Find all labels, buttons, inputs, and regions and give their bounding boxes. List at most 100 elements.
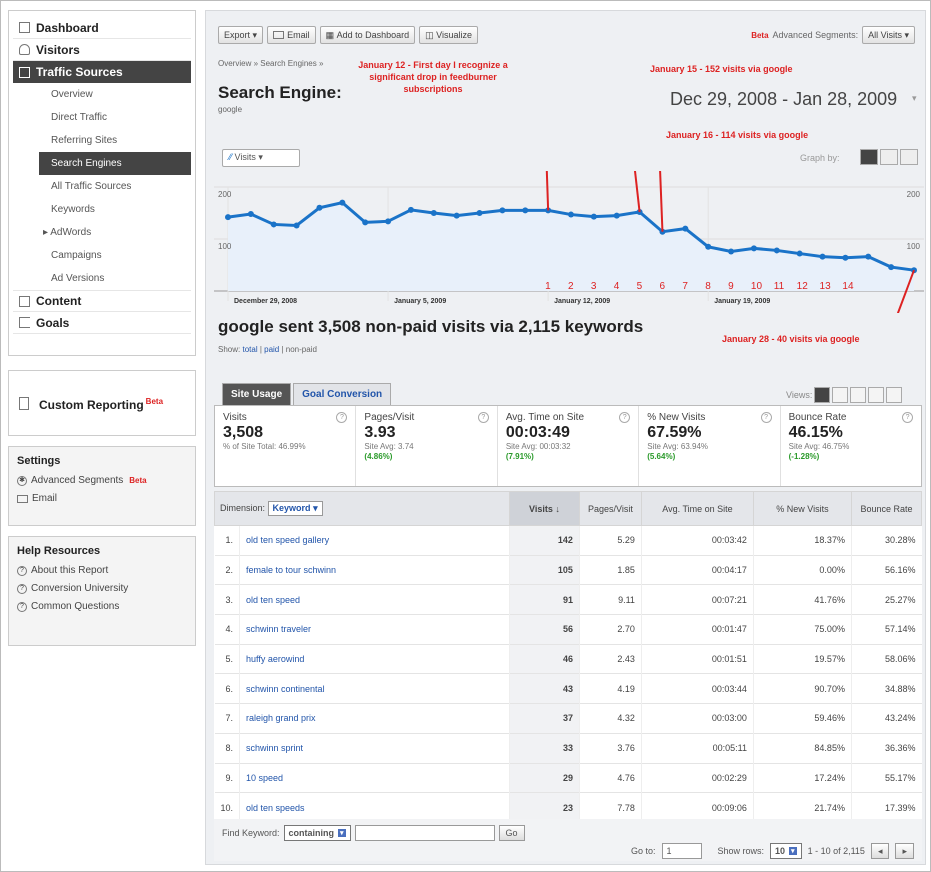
table-footer: Find Keyword: containing ▾ Go Go to: 1 Sh… <box>214 819 922 861</box>
export-button[interactable]: Export ▾ <box>218 26 264 44</box>
filter-mode-dropdown[interactable]: containing ▾ <box>283 825 351 841</box>
col-bounce-rate[interactable]: Bounce Rate <box>850 491 923 526</box>
tab-site-usage[interactable]: Site Usage <box>222 383 292 405</box>
y-tick-label: 200 <box>907 190 921 199</box>
bounce-rate-cell: 17.39% <box>850 792 922 823</box>
show-total-link[interactable]: total <box>242 345 257 354</box>
col-avg-time[interactable]: Avg. Time on Site <box>640 491 754 526</box>
pages-per-visit-cell: 1.85 <box>578 554 642 585</box>
nav-sub-ad-versions[interactable]: Ad Versions <box>13 267 191 290</box>
email-link[interactable]: Email <box>17 490 187 508</box>
col-new-visits[interactable]: % New Visits <box>752 491 852 526</box>
table-body: 1. old ten speed gallery 142 5.29 00:03:42 18… <box>214 525 922 823</box>
metric-name: Avg. Time on Site <box>505 412 585 423</box>
help-common-questions[interactable]: ? Common Questions <box>17 598 187 616</box>
visualize-button[interactable]: ◫ Visualize <box>419 26 479 44</box>
tab-goal-conversion[interactable]: Goal Conversion <box>293 383 392 405</box>
graph-by-month-button[interactable] <box>900 149 918 165</box>
help-icon[interactable]: ? <box>477 412 489 423</box>
keyword-link[interactable]: old ten speed <box>239 584 510 615</box>
day-number-label: 2 <box>568 281 574 292</box>
report-toolbar: Export ▾ Email ▦ Add to Dashboard ◫ Visu… <box>218 23 915 47</box>
traffic-icon <box>19 66 30 78</box>
graph-by-day-button[interactable] <box>860 149 878 165</box>
goto-input[interactable]: 1 <box>661 843 702 859</box>
keyword-link[interactable]: old ten speeds <box>239 792 510 823</box>
pages-per-visit-cell: 5.29 <box>578 525 642 556</box>
keyword-link[interactable]: huffy aerowind <box>239 643 510 674</box>
help-about-report[interactable]: ? About this Report <box>17 562 187 580</box>
keyword-table: Dimension: Keyword ▾ Visits ↓ Pages/Visi… <box>214 491 923 823</box>
nav-sub-search-engines[interactable]: Search Engines <box>39 152 191 175</box>
custom-reporting[interactable]: Custom Reporting Beta <box>8 370 196 436</box>
metric-change: (4.86%) <box>364 452 393 461</box>
metric-pages-per-visit: Pages/Visit 3.93 Site Avg: 3.74 (4.86%) … <box>356 406 498 486</box>
question-icon: ? <box>17 566 27 576</box>
nav-sub-campaigns[interactable]: Campaigns <box>13 244 191 267</box>
report-icon <box>19 396 29 410</box>
help-icon[interactable]: ? <box>760 412 772 423</box>
col-pages-per-visit[interactable]: Pages/Visit <box>578 491 642 526</box>
main-navigation: Dashboard Visitors Traffic Sources Overv… <box>8 10 196 356</box>
nav-visitors[interactable]: Visitors <box>13 39 191 61</box>
visits-cell: 43 <box>508 673 580 704</box>
add-to-dashboard-button[interactable]: ▦ Add to Dashboard <box>319 26 416 44</box>
page-icon <box>19 295 30 307</box>
help-conversion-university[interactable]: ? Conversion University <box>17 580 187 598</box>
line-chart-icon: ⁄⁄ <box>229 152 233 162</box>
new-visits-cell: 84.85% <box>752 732 852 763</box>
nav-traffic-sources[interactable]: Traffic Sources <box>13 61 191 83</box>
nav-sub-referring-sites[interactable]: Referring Sites <box>13 129 191 152</box>
data-point <box>750 245 757 252</box>
rows-per-page-dropdown[interactable]: 10 ▾ <box>770 843 802 859</box>
show-paid-link[interactable]: paid <box>264 345 279 354</box>
prev-page-button[interactable]: ◂ <box>870 843 890 859</box>
next-page-button[interactable]: ▸ <box>895 843 914 859</box>
pages-per-visit-cell: 9.11 <box>578 584 642 615</box>
nav-content[interactable]: Content <box>13 290 191 312</box>
nav-sub-all-traffic-sources[interactable]: All Traffic Sources <box>13 175 191 198</box>
keyword-link[interactable]: schwinn traveler <box>239 614 510 645</box>
performance-view-button[interactable] <box>850 387 867 403</box>
graph-by-week-button[interactable] <box>880 149 898 165</box>
table-row: 6. schwinn continental 43 4.19 00:03:44 90.70… <box>214 673 922 704</box>
keyword-link[interactable]: raleigh grand prix <box>239 703 510 734</box>
pages-per-visit-cell: 4.32 <box>578 703 642 734</box>
col-visits[interactable]: Visits ↓ <box>508 491 580 526</box>
nav-dashboard[interactable]: Dashboard <box>13 17 191 39</box>
table-view-button[interactable] <box>814 387 831 403</box>
pivot-view-button[interactable] <box>886 387 903 403</box>
nav-sub-adwords[interactable]: ▸ AdWords <box>13 221 191 244</box>
graph-metric-dropdown[interactable]: ⁄⁄ Visits ▾ <box>222 149 300 167</box>
day-number-label: 12 <box>797 281 809 292</box>
nav-goals[interactable]: Goals <box>13 312 191 334</box>
keyword-link[interactable]: female to tour schwinn <box>239 554 510 585</box>
keyword-link[interactable]: schwinn continental <box>239 673 510 704</box>
y-tick-label: 100 <box>907 242 921 251</box>
breadcrumb[interactable]: Overview » Search Engines » <box>218 59 323 68</box>
keyword-link[interactable]: old ten speed gallery <box>239 525 510 556</box>
segment-dropdown[interactable]: All Visits ▾ <box>862 26 915 44</box>
go-button[interactable]: Go <box>498 825 525 841</box>
advanced-segments-link[interactable]: ✱ Advanced Segments Beta <box>17 472 187 490</box>
help-icon[interactable]: ? <box>902 412 914 423</box>
find-keyword-input[interactable] <box>354 825 495 841</box>
email-button[interactable]: Email <box>267 26 316 44</box>
metric-visits: Visits 3,508 % of Site Total: 46.99% ? <box>215 406 357 486</box>
pie-view-button[interactable] <box>832 387 849 403</box>
nav-sub-direct-traffic[interactable]: Direct Traffic <box>13 106 191 129</box>
date-range-picker[interactable]: Dec 29, 2008 - Jan 28, 2009 <box>670 89 897 110</box>
email-label: Email <box>32 493 58 504</box>
nav-sub-keywords[interactable]: Keywords <box>13 198 191 221</box>
new-visits-cell: 19.57% <box>752 643 852 674</box>
keyword-link[interactable]: schwinn sprint <box>239 732 510 763</box>
keyword-link[interactable]: 10 speed <box>239 762 510 793</box>
dimension-dropdown[interactable]: Keyword ▾ <box>267 501 323 516</box>
metric-note: Site Avg: 3.74 <box>364 442 414 451</box>
new-visits-cell: 0.00% <box>752 554 852 585</box>
chevron-down-icon[interactable]: ▾ <box>912 93 917 104</box>
row-index: 8. <box>214 732 240 763</box>
nav-sub-overview[interactable]: Overview <box>13 83 191 106</box>
bounce-rate-cell: 55.17% <box>850 762 922 793</box>
comparison-view-button[interactable] <box>868 387 885 403</box>
